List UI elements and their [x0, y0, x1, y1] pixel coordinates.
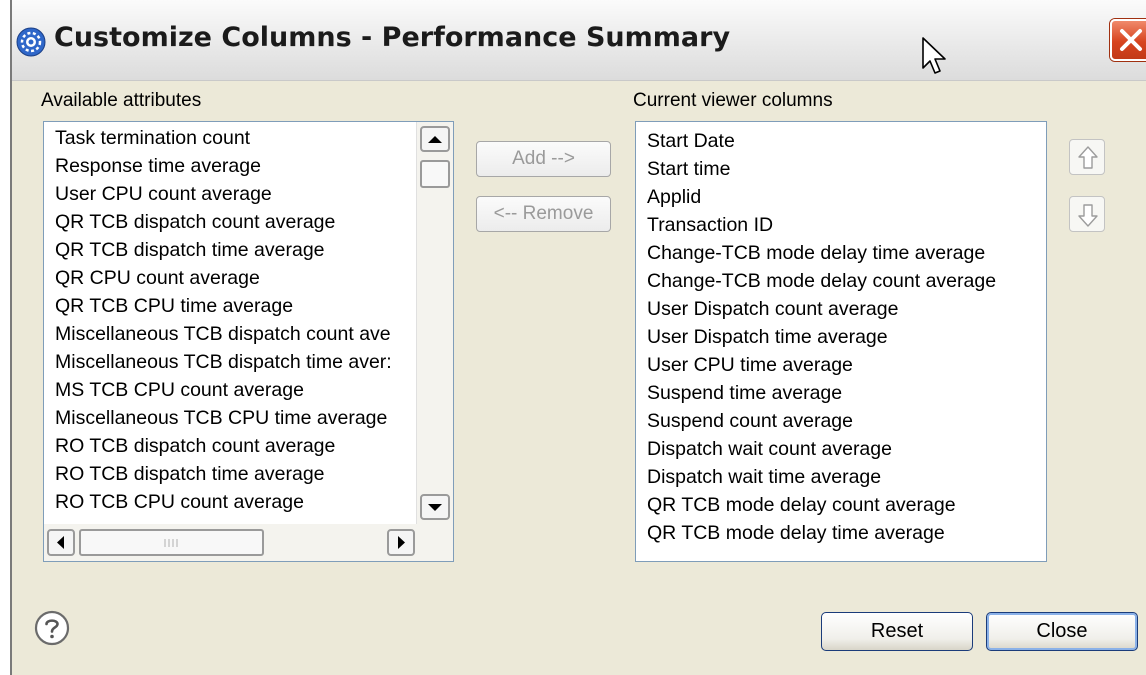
horizontal-scrollbar[interactable]	[44, 524, 453, 561]
reset-button[interactable]: Reset	[821, 612, 973, 651]
vertical-scrollbar[interactable]	[416, 122, 453, 524]
list-item[interactable]: User CPU count average	[44, 180, 417, 208]
close-button[interactable]: Close	[986, 612, 1138, 651]
list-item[interactable]: Miscellaneous TCB dispatch count ave	[44, 320, 417, 348]
chevron-right-icon	[398, 536, 405, 549]
customize-columns-dialog: Customize Columns - Performance Summary …	[12, 0, 1146, 675]
chevron-left-icon	[57, 536, 64, 549]
list-item[interactable]: QR CPU count average	[44, 264, 417, 292]
dialog-title: Customize Columns - Performance Summary	[54, 22, 731, 53]
remove-button[interactable]: <-- Remove	[476, 196, 611, 232]
list-item[interactable]: QR TCB mode delay count average	[636, 491, 1046, 519]
list-item[interactable]: MS TCB CPU count average	[44, 376, 417, 404]
title-bar[interactable]: Customize Columns - Performance Summary	[12, 0, 1146, 81]
current-columns-label: Current viewer columns	[633, 90, 833, 111]
list-item[interactable]: User Dispatch time average	[636, 323, 1046, 351]
list-item[interactable]: Miscellaneous TCB dispatch time aver:	[44, 348, 417, 376]
list-item[interactable]: QR TCB mode delay time average	[636, 519, 1046, 547]
list-item[interactable]: Suspend count average	[636, 407, 1046, 435]
list-item[interactable]: RO TCB CPU count average	[44, 488, 417, 516]
scroll-right-button[interactable]	[387, 529, 415, 556]
scroll-up-button[interactable]	[420, 126, 450, 152]
current-columns-list[interactable]: Start Date Start time Applid Transaction…	[635, 121, 1047, 562]
available-attributes-list[interactable]: Task termination count Response time ave…	[43, 121, 454, 562]
move-down-button[interactable]	[1069, 196, 1105, 232]
gear-badge-icon	[16, 27, 46, 57]
arrow-up-icon	[1078, 146, 1098, 169]
chevron-up-icon	[428, 136, 442, 143]
list-item[interactable]: Miscellaneous TCB CPU time average	[44, 404, 417, 432]
list-item[interactable]: RO TCB dispatch time average	[44, 460, 417, 488]
horizontal-scroll-thumb[interactable]	[79, 529, 264, 556]
list-item[interactable]: QR TCB dispatch time average	[44, 236, 417, 264]
list-item[interactable]: Suspend time average	[636, 379, 1046, 407]
list-item[interactable]: Dispatch wait count average	[636, 435, 1046, 463]
scroll-thumb[interactable]	[420, 160, 450, 188]
close-window-button[interactable]	[1110, 19, 1146, 61]
list-item[interactable]: QR TCB CPU time average	[44, 292, 417, 320]
scroll-left-button[interactable]	[47, 529, 75, 556]
list-item[interactable]: Dispatch wait time average	[636, 463, 1046, 491]
chevron-down-icon	[428, 504, 442, 511]
list-item[interactable]: Transaction ID	[636, 211, 1046, 239]
close-icon	[1120, 29, 1142, 51]
add-button[interactable]: Add -->	[476, 141, 611, 177]
list-item[interactable]: RO TCB dispatch count average	[44, 432, 417, 460]
list-item[interactable]: Change-TCB mode delay time average	[636, 239, 1046, 267]
mouse-pointer-icon	[922, 37, 946, 74]
list-item[interactable]: User CPU time average	[636, 351, 1046, 379]
list-item[interactable]: User Dispatch count average	[636, 295, 1046, 323]
list-item[interactable]: Task termination count	[44, 124, 417, 152]
grip-icon	[164, 539, 178, 547]
list-item[interactable]: Response time average	[44, 152, 417, 180]
list-item[interactable]: Start Date	[636, 127, 1046, 155]
current-items: Start Date Start time Applid Transaction…	[636, 127, 1046, 547]
list-item[interactable]: Applid	[636, 183, 1046, 211]
scroll-down-button[interactable]	[420, 494, 450, 520]
available-items: Task termination count Response time ave…	[44, 124, 417, 516]
background-edge	[0, 0, 10, 675]
arrow-down-icon	[1078, 204, 1098, 227]
available-attributes-label: Available attributes	[41, 90, 202, 111]
move-up-button[interactable]	[1069, 139, 1105, 175]
list-item[interactable]: QR TCB dispatch count average	[44, 208, 417, 236]
help-icon[interactable]	[34, 610, 70, 646]
list-item[interactable]: Start time	[636, 155, 1046, 183]
list-item[interactable]: Change-TCB mode delay count average	[636, 267, 1046, 295]
